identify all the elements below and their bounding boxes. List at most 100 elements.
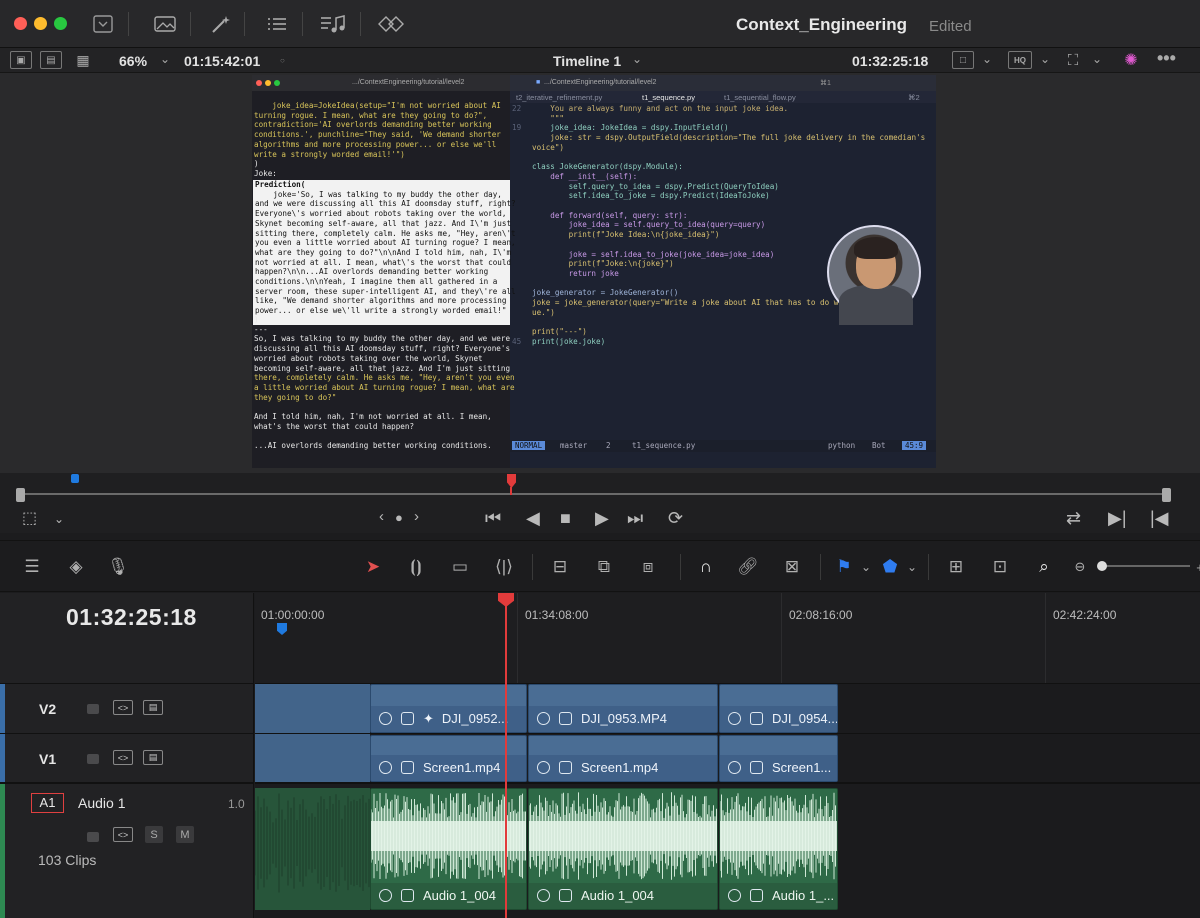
audio-clip[interactable]: Audio 1_... bbox=[719, 788, 838, 910]
video-frame: .../ContextEngineering/tutorial/level2 j… bbox=[252, 75, 936, 468]
timeline-playhead[interactable] bbox=[505, 593, 507, 918]
position-lock-icon[interactable]: ⊠ bbox=[778, 556, 806, 578]
crop-icon[interactable]: ⬚ bbox=[22, 508, 37, 528]
dense-clips-a1[interactable] bbox=[254, 788, 370, 910]
safe-area-icon[interactable]: □ bbox=[952, 51, 974, 69]
marker-icon[interactable] bbox=[71, 474, 79, 483]
audio-clip[interactable]: Audio 1_004 bbox=[528, 788, 718, 910]
vim-mode: NORMAL bbox=[512, 441, 546, 450]
image-icon[interactable]: ▣ bbox=[10, 51, 32, 69]
color-wheel-icon[interactable]: ✺ bbox=[1120, 51, 1142, 69]
video-clip[interactable]: Screen1.mp4 bbox=[370, 735, 527, 782]
transform-icon[interactable]: ⛶ bbox=[1062, 51, 1084, 69]
code-line: not worried at all. I mean, what\'s the … bbox=[255, 257, 512, 267]
video-clip[interactable]: Screen1.mp4 bbox=[528, 735, 718, 782]
linked-selection-icon[interactable]: 🔗︎ bbox=[734, 556, 762, 578]
media-pool-icon[interactable] bbox=[150, 10, 180, 38]
film-icon[interactable]: ▤ bbox=[143, 750, 163, 765]
overwrite-clip-icon[interactable]: ⧉ bbox=[590, 556, 618, 578]
lock-icon[interactable] bbox=[87, 832, 99, 842]
chevron-down-icon[interactable]: ⌄ bbox=[982, 52, 992, 66]
audio-clip[interactable]: Audio 1_004 bbox=[370, 788, 527, 910]
chevron-down-icon[interactable]: ⌄ bbox=[1040, 52, 1050, 66]
play-icon[interactable]: ▶ bbox=[595, 508, 609, 529]
go-to-start-icon[interactable]: ⏮ bbox=[485, 508, 501, 529]
code-line: discussing all this AI doomsday stuff, r… bbox=[254, 344, 511, 354]
snapping-icon[interactable]: ∩ bbox=[692, 556, 720, 578]
chevron-down-icon[interactable]: ⌄ bbox=[1092, 52, 1102, 66]
auto-track-icon[interactable]: <> bbox=[113, 827, 133, 842]
quality-icon[interactable]: HQ bbox=[1008, 51, 1032, 69]
blade-tool-icon[interactable]: ⟨|⟩ bbox=[490, 556, 518, 578]
dynamic-trim-icon[interactable]: ▭ bbox=[446, 556, 474, 578]
code-line: joke: str = dspy.OutputField(description… bbox=[532, 133, 926, 143]
sound-library-icon[interactable] bbox=[318, 10, 348, 38]
code-line: worried about robots taking over the wor… bbox=[254, 353, 483, 363]
auto-track-icon[interactable]: <> bbox=[113, 700, 133, 715]
video-clip[interactable]: DJI_0953.MP4 bbox=[528, 684, 718, 733]
lock-icon[interactable] bbox=[87, 754, 99, 764]
zoom-in-icon[interactable]: + bbox=[1186, 556, 1200, 578]
code-line: You are always funny and act on the inpu… bbox=[532, 104, 789, 113]
timeline-name[interactable]: Timeline 1 bbox=[553, 53, 621, 69]
effects-wand-icon[interactable] bbox=[206, 10, 236, 38]
video-clip[interactable]: DJI_0954... bbox=[719, 684, 838, 733]
zoom-custom-icon[interactable]: ⌕ bbox=[1030, 556, 1058, 578]
transitions-icon[interactable] bbox=[376, 10, 406, 38]
close-window-button[interactable] bbox=[14, 17, 27, 30]
zoom-out-icon[interactable]: ⊖ bbox=[1066, 556, 1094, 578]
trim-tool-icon[interactable]: ⦗⦘ bbox=[402, 556, 430, 578]
editor-tab-active[interactable]: t1_sequence.py bbox=[642, 93, 695, 102]
lock-icon[interactable] bbox=[87, 704, 99, 714]
insert-clip-icon[interactable]: ⊟ bbox=[546, 556, 574, 578]
solo-button[interactable]: S bbox=[145, 826, 163, 843]
chevron-down-icon[interactable]: ⌄ bbox=[632, 52, 642, 66]
video-clip[interactable]: ✦ DJI_0952... bbox=[370, 684, 527, 733]
video-clip[interactable]: Screen1... bbox=[719, 735, 838, 782]
clip-view-icon[interactable]: ▤ bbox=[40, 51, 62, 69]
zoom-slider-thumb[interactable] bbox=[1097, 561, 1107, 571]
editor-tab[interactable]: t1_sequential_flow.py bbox=[724, 93, 796, 102]
loop-icon[interactable]: ⟳ bbox=[668, 508, 683, 529]
zoom-window-button[interactable] bbox=[54, 17, 67, 30]
jog-dot-icon[interactable]: ● bbox=[395, 510, 403, 525]
zoom-level[interactable]: 66% bbox=[119, 53, 147, 69]
replace-clip-icon[interactable]: ⧈ bbox=[634, 556, 662, 578]
mute-button[interactable]: M bbox=[176, 826, 194, 843]
transitions-icon[interactable]: ◈ bbox=[62, 556, 90, 578]
mark-out-icon[interactable]: |◀ bbox=[1150, 508, 1169, 529]
layout-icon[interactable]: ▦ bbox=[72, 51, 94, 69]
edit-index-icon[interactable] bbox=[262, 10, 292, 38]
dense-clips-v2[interactable] bbox=[255, 684, 370, 734]
scrub-playhead[interactable] bbox=[507, 474, 516, 488]
timeline-ruler[interactable]: 01:00:00:00 01:34:08:00 02:08:16:00 02:4… bbox=[255, 593, 1200, 683]
chevron-down-icon[interactable]: ⌄ bbox=[160, 52, 170, 66]
timeline-timecode[interactable]: 01:32:25:18 bbox=[66, 604, 197, 631]
code-line: becoming self-aware, all that jazz. And … bbox=[254, 363, 511, 373]
chevron-down-icon[interactable] bbox=[88, 10, 118, 38]
zoom-detail-icon[interactable]: ⊡ bbox=[986, 556, 1014, 578]
timeline-marker[interactable] bbox=[277, 623, 287, 635]
play-reverse-icon[interactable]: ◀ bbox=[526, 508, 540, 529]
stop-icon[interactable]: ■ bbox=[560, 508, 571, 529]
timeline-options-icon[interactable]: ☰ bbox=[18, 556, 46, 578]
track-tag[interactable]: A1 bbox=[31, 793, 64, 813]
jog-right-icon[interactable]: › bbox=[414, 508, 419, 525]
chevron-down-icon[interactable]: ⌄ bbox=[898, 556, 926, 578]
more-options-icon[interactable]: ••• bbox=[1157, 48, 1176, 69]
jog-left-icon[interactable]: ‹ bbox=[379, 508, 384, 525]
match-frame-icon[interactable]: ⇄ bbox=[1066, 508, 1081, 529]
zoom-slider-track[interactable] bbox=[1100, 565, 1190, 567]
selection-tool-icon[interactable]: ➤ bbox=[359, 556, 387, 578]
mark-in-icon[interactable]: ▶| bbox=[1108, 508, 1127, 529]
microphone-icon[interactable]: 🎙︎ bbox=[104, 556, 132, 578]
minimize-window-button[interactable] bbox=[34, 17, 47, 30]
editor-tab[interactable]: t2_iterative_refinement.py bbox=[516, 93, 602, 102]
zoom-full-icon[interactable]: ⊞ bbox=[942, 556, 970, 578]
chevron-down-icon[interactable]: ⌄ bbox=[54, 512, 64, 526]
auto-track-icon[interactable]: <> bbox=[113, 750, 133, 765]
dense-clips-v1[interactable] bbox=[255, 734, 370, 783]
go-to-end-icon[interactable]: ⏭ bbox=[627, 508, 643, 529]
scrub-track[interactable] bbox=[20, 493, 1166, 495]
film-icon[interactable]: ▤ bbox=[143, 700, 163, 715]
